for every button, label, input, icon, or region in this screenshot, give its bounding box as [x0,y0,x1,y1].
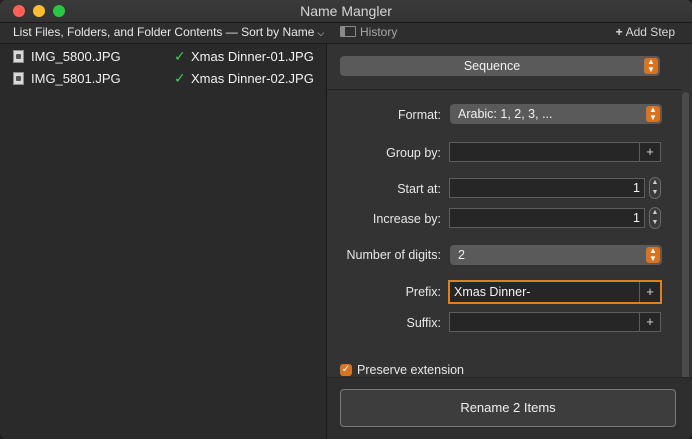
start-at-stepper[interactable]: ▲ ▼ [649,177,661,199]
sidebar-icon [340,26,356,37]
increase-by-stepper[interactable]: ▲ ▼ [649,207,661,229]
app-window: Name Mangler List Files, Folders, and Fo… [0,0,692,439]
preserve-extension-checkbox[interactable]: ✓ [340,364,352,376]
title-bar: Name Mangler [0,0,692,23]
group-by-field[interactable]: + [449,142,661,162]
format-popup[interactable]: Arabic: 1, 2, 3, ... ▲ ▼ [450,104,662,124]
popup-arrows-icon: ▲ ▼ [646,247,660,263]
add-step-label: Add Step [625,25,675,39]
original-filename: IMG_5801.JPG [31,71,121,86]
action-bar: Rename 2 Items [327,377,692,439]
step-type-popup[interactable]: Sequence ▲ ▼ [340,56,660,76]
plus-icon: + [615,25,623,39]
group-by-label: Group by: [386,146,441,160]
original-filename: IMG_5800.JPG [31,49,121,64]
prefix-value: Xmas Dinner- [454,285,531,299]
toolbar: List Files, Folders, and Folder Contents… [0,23,692,44]
insert-token-button[interactable]: + [639,143,660,161]
insert-token-button[interactable]: + [639,313,660,331]
history-button[interactable]: History [340,25,397,39]
add-step-button[interactable]: + Add Step [616,25,675,39]
checkmark-icon: ✓ [174,48,186,64]
start-at-field[interactable]: 1 [449,178,645,198]
step-editor: Sequence ▲ ▼ Format: Arabic: 1, 2, 3, ...… [327,44,692,439]
suffix-field[interactable]: + [449,312,661,332]
history-label: History [360,25,398,39]
window-title: Name Mangler [300,3,392,19]
file-row[interactable]: IMG_5801.JPG ✓ Xmas Dinner-02.JPG [0,68,326,90]
image-file-icon [13,50,24,63]
scrollbar[interactable] [682,92,689,412]
suffix-label: Suffix: [406,316,441,330]
preserve-extension-label: Preserve extension [357,363,465,377]
new-filename: Xmas Dinner-01.JPG [191,49,314,64]
image-file-icon [13,72,24,85]
chevron-down-icon: ⌵ [317,28,325,38]
new-filename: Xmas Dinner-02.JPG [191,71,314,86]
increase-by-label: Increase by: [372,212,441,226]
divider [327,89,682,90]
sort-menu-label: List Files, Folders, and Folder Contents… [13,25,315,39]
checkmark-icon: ✓ [174,70,186,86]
increase-by-value: 1 [633,211,640,225]
rename-items-button[interactable]: Rename 2 Items [340,389,676,427]
format-label: Format: [397,108,441,122]
number-of-digits-label: Number of digits: [346,248,441,262]
file-row[interactable]: IMG_5800.JPG ✓ Xmas Dinner-01.JPG [0,46,326,68]
increase-by-field[interactable]: 1 [449,208,645,228]
prefix-field[interactable]: Xmas Dinner- + [448,280,662,304]
popup-arrows-icon: ▲ ▼ [646,106,660,122]
number-of-digits-value: 2 [458,248,465,262]
start-at-value: 1 [633,181,640,195]
number-of-digits-popup[interactable]: 2 ▲ ▼ [450,245,662,265]
start-at-label: Start at: [397,182,441,196]
file-list[interactable]: IMG_5800.JPG ✓ Xmas Dinner-01.JPG IMG_58… [0,44,327,439]
prefix-label: Prefix: [405,285,441,299]
insert-token-button[interactable]: + [639,282,660,302]
sort-menu[interactable]: List Files, Folders, and Folder Contents… [13,25,324,39]
step-type-label: Sequence [463,59,521,73]
popup-arrows-icon: ▲ ▼ [644,58,658,74]
format-value: Arabic: 1, 2, 3, ... [458,107,553,121]
